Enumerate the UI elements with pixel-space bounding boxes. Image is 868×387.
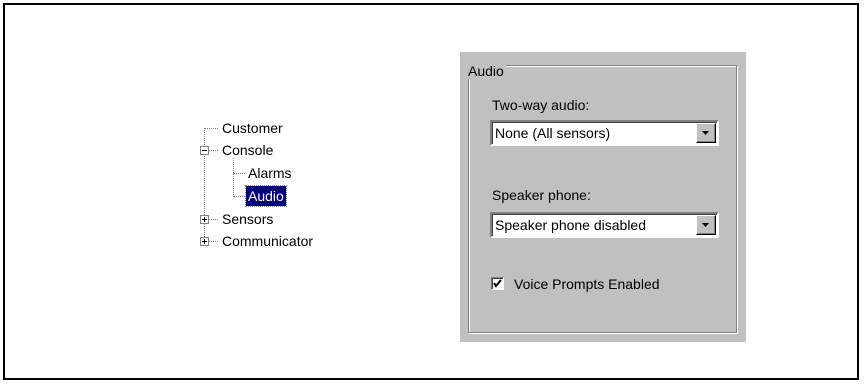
tree-line <box>204 128 218 129</box>
tree-line <box>209 219 218 220</box>
two-way-audio-select[interactable]: None (All sensors) <box>490 120 719 146</box>
expand-icon[interactable] <box>200 215 209 224</box>
tree-item-label: Communicator <box>222 233 314 249</box>
two-way-audio-label: Two-way audio: <box>492 97 590 113</box>
dropdown-button[interactable] <box>696 215 716 235</box>
audio-group-title: Audio <box>466 63 506 79</box>
speaker-phone-value: Speaker phone disabled <box>495 217 647 233</box>
chevron-down-icon <box>702 131 709 135</box>
tree-line <box>209 241 218 242</box>
tree-line <box>204 128 205 241</box>
tree-line <box>233 173 245 174</box>
tree-line <box>233 158 234 197</box>
tree-item-label: Alarms <box>248 165 292 181</box>
two-way-audio-value: None (All sensors) <box>495 125 611 141</box>
speaker-phone-label: Speaker phone: <box>492 187 591 203</box>
tree-item-label: Sensors <box>222 211 274 227</box>
voice-prompts-label[interactable]: Voice Prompts Enabled <box>514 276 660 292</box>
settings-tree: Customer Console Alarms Audio Sensors Co… <box>196 118 356 258</box>
chevron-down-icon <box>702 223 709 227</box>
tree-item-label: Customer <box>222 120 283 136</box>
collapse-icon[interactable] <box>200 146 209 155</box>
tree-line <box>209 150 218 151</box>
speaker-phone-select[interactable]: Speaker phone disabled <box>490 212 719 238</box>
voice-prompts-checkbox[interactable] <box>491 277 504 290</box>
tree-line <box>233 196 245 197</box>
check-icon <box>493 279 502 288</box>
tree-item-label: Console <box>222 142 274 158</box>
tree-item-label: Audio <box>245 185 287 207</box>
expand-icon[interactable] <box>200 237 209 246</box>
dropdown-button[interactable] <box>696 123 716 143</box>
